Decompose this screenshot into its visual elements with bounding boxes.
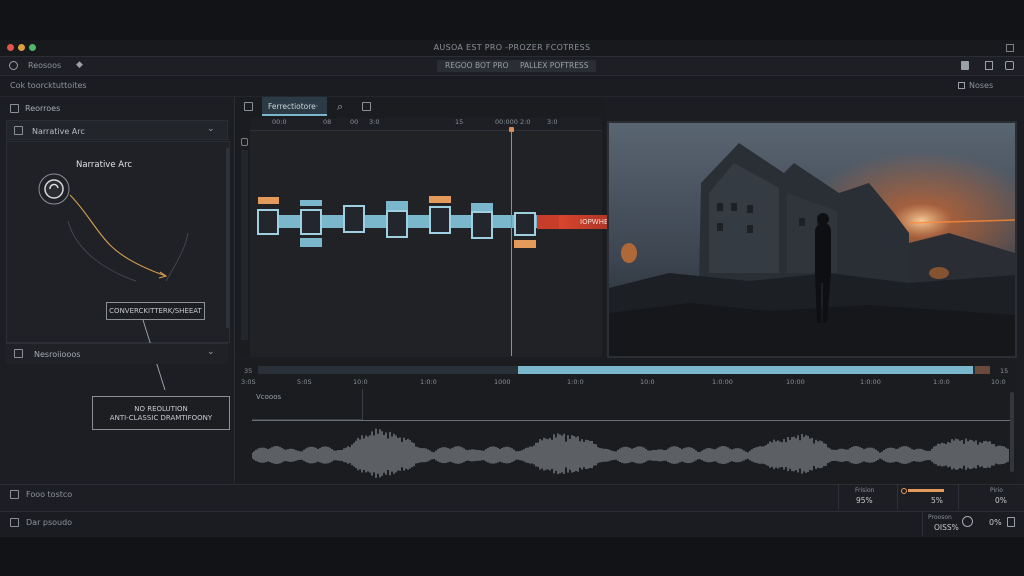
note-label-2: NO REOLUTION ANTI-CLASSIC DRAMTIFOONY	[92, 396, 230, 430]
folder-icon[interactable]	[244, 102, 253, 111]
progress-dot-icon	[901, 488, 907, 494]
status-group-progress	[897, 484, 958, 510]
chevron-down-icon-2[interactable]: ⌄	[207, 347, 215, 357]
audio-track-label: Vcooos	[256, 393, 282, 401]
window-title: AUSOA EST PRO -PROZER FCOTRESS	[433, 43, 591, 52]
panel-icon[interactable]	[10, 518, 19, 527]
progress-value: 5%	[931, 496, 943, 505]
resources-list-icon	[14, 349, 23, 358]
ruler-tick: 3:0	[547, 118, 558, 126]
marker-red-block[interactable]	[537, 215, 559, 229]
audio-track-line	[252, 420, 1010, 421]
notes-icon[interactable]	[958, 82, 965, 89]
fusion-title: Frision	[855, 487, 875, 494]
audio-tick: 10:0	[353, 378, 368, 386]
clip-marker[interactable]	[471, 203, 493, 211]
resources-icon	[10, 104, 19, 113]
pirio-title: Pirio	[990, 487, 1003, 494]
notes-button[interactable]: Noses	[969, 81, 993, 90]
home-label[interactable]: Reosoos	[28, 61, 61, 70]
ruler-tick: 00	[350, 118, 359, 126]
audio-tick: 1:0:0	[933, 378, 950, 386]
breadcrumb: Cok toorcktuttoites	[10, 81, 87, 90]
audio-tick: 1:0:00	[860, 378, 881, 386]
clip[interactable]	[257, 209, 279, 235]
clip[interactable]	[300, 209, 322, 235]
breadcrumb-bar	[0, 76, 1024, 97]
track-headers	[241, 150, 248, 340]
audio-tick: 1:0:0	[420, 378, 437, 386]
audio-progress-end	[975, 366, 990, 374]
arc-node	[44, 179, 64, 199]
pirio-value: 0%	[995, 496, 1007, 505]
track-left-label: 35	[244, 367, 253, 375]
clip-marker[interactable]	[514, 240, 536, 248]
ruler-tick: 00:000	[495, 118, 518, 126]
audio-tick: 1000	[494, 378, 511, 386]
clip-marker[interactable]	[300, 238, 322, 247]
ruler-tick: 3:0	[369, 118, 380, 126]
audio-tick: 10:00	[786, 378, 805, 386]
playhead-handle[interactable]	[509, 127, 514, 132]
document-icon[interactable]	[961, 61, 969, 70]
clip[interactable]	[343, 205, 365, 233]
clip-marker[interactable]	[300, 200, 322, 206]
ruler-tick: 08	[323, 118, 332, 126]
timer-icon[interactable]	[962, 516, 973, 527]
fullscreen-icon[interactable]	[1006, 44, 1014, 52]
clip[interactable]	[386, 210, 408, 238]
timeline-tab-label: Ferrectiotore·	[268, 102, 319, 111]
mini-progress-bar	[908, 489, 944, 492]
playhead[interactable]	[511, 128, 512, 356]
audio-tick: 3:0S	[241, 378, 256, 386]
audio-progress-fill[interactable]	[518, 366, 973, 374]
ruler-tick: 15	[455, 118, 464, 126]
home-icon[interactable]	[9, 61, 18, 70]
audio-tick: 1:0:0	[567, 378, 584, 386]
diamond-icon[interactable]: ◆	[76, 60, 83, 70]
bottom-bar	[0, 511, 1024, 537]
audio-waveform[interactable]	[252, 424, 1012, 480]
track-right-label: 15	[1000, 367, 1009, 375]
sidebar-header: Reorroes	[25, 104, 61, 113]
search-icon[interactable]: ⌕	[337, 100, 343, 114]
fusion-value: 95%	[856, 496, 873, 505]
clip[interactable]	[429, 206, 451, 234]
bottom-right-value: 0%	[989, 518, 1002, 527]
export-icon[interactable]	[362, 102, 371, 111]
tools-icon[interactable]	[10, 490, 19, 499]
video-preview[interactable]	[607, 121, 1017, 358]
preview-image	[609, 123, 1016, 356]
audio-tick: 10:0	[991, 378, 1006, 386]
audio-tick: 1:0:00	[712, 378, 733, 386]
status-left-label: Fooo tostco	[26, 490, 73, 499]
sidebar-scrollbar[interactable]	[226, 148, 229, 328]
tab-fortress[interactable]: PALLEX POFTRESS	[512, 60, 597, 72]
clip[interactable]	[471, 211, 493, 239]
settings-icon[interactable]	[1005, 61, 1014, 70]
clip-marker[interactable]	[258, 197, 279, 204]
clip-marker[interactable]	[429, 196, 451, 203]
panel-title: Narrative Arc	[32, 127, 85, 136]
audio-tick: 5:0S	[297, 378, 312, 386]
note-line-2: ANTI-CLASSIC DRAMTIFOONY	[109, 414, 213, 422]
ruler-tick: 2:0	[520, 118, 531, 126]
ruler-tick: 00:0	[272, 118, 287, 126]
audio-tick: 10:0	[640, 378, 655, 386]
lock-icon[interactable]	[241, 138, 248, 146]
chevron-down-icon[interactable]: ⌄	[207, 124, 215, 134]
clip[interactable]	[514, 212, 536, 236]
arc-path	[69, 194, 167, 277]
tab-project[interactable]: REGOO BOT PRO	[437, 60, 517, 72]
processing-title: Prooson	[928, 514, 952, 521]
arc-panel-icon	[14, 126, 23, 135]
copy-icon[interactable]	[985, 61, 993, 70]
processing-value: OISS%	[934, 523, 959, 532]
fire-glow	[621, 243, 637, 263]
lower-panel-title: Nesroiiooos	[34, 350, 81, 359]
save-icon[interactable]	[1007, 517, 1015, 527]
note-line-1: NO REOLUTION	[134, 405, 188, 413]
bottom-left-label: Dar psoudo	[26, 518, 73, 527]
